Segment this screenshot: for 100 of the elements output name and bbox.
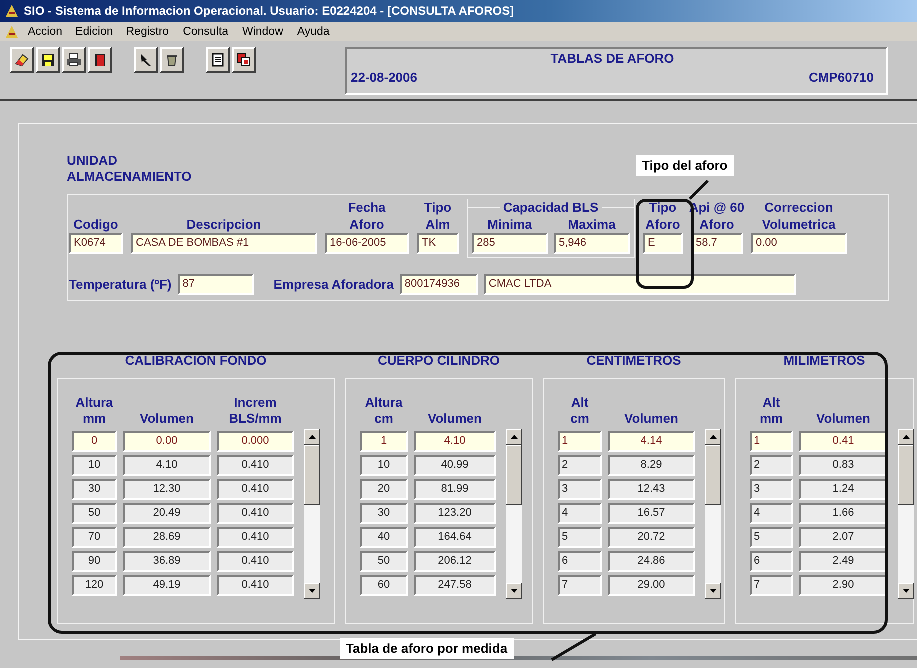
up-arrow-icon: [902, 434, 910, 440]
scroll-up-button[interactable]: [506, 429, 522, 445]
field-label: Empresa Aforadora: [274, 277, 394, 292]
column-header: Altura: [365, 395, 403, 411]
menu-item[interactable]: Consulta: [177, 24, 234, 40]
scroll-up-button[interactable]: [304, 429, 320, 445]
text-field[interactable]: 87: [178, 274, 254, 295]
menu-item[interactable]: Window: [236, 24, 290, 40]
scroll-up-button[interactable]: [898, 429, 914, 445]
table-title: CENTIMETROS: [586, 353, 682, 368]
table-cell: 1: [558, 431, 602, 452]
table-cell: 2.07: [799, 527, 888, 548]
app-icon: [4, 3, 20, 19]
scroll-down-button[interactable]: [304, 583, 320, 599]
field-label: Tipo: [424, 199, 452, 216]
scroll-thumb[interactable]: [898, 445, 914, 505]
scroll-down-button[interactable]: [898, 583, 914, 599]
column-header: mm: [760, 411, 784, 427]
text-field[interactable]: 285: [472, 233, 548, 254]
table-cell: 29.00: [608, 575, 695, 596]
field-label: Temperatura (ºF): [69, 277, 172, 292]
scroll-down-button[interactable]: [705, 583, 721, 599]
table-cell: 7: [750, 575, 793, 596]
table-cell: 36.89: [123, 551, 211, 572]
scrollbar[interactable]: [304, 429, 320, 599]
screen-title: TABLAS DE AFORO: [550, 51, 674, 66]
menu-item[interactable]: Edicion: [70, 24, 118, 38]
column-header: cm: [570, 411, 590, 427]
field-label: Aforo: [350, 216, 384, 233]
table-cell: 1.24: [799, 479, 888, 500]
field-label: Volumetrica: [762, 216, 836, 233]
field-label: Aforo: [700, 216, 734, 233]
column-header: Volumen: [428, 411, 482, 427]
window-title: SIO - Sistema de Informacion Operacional. Usuario: E0224204 - [CONSULTA AFOROS]: [24, 4, 514, 18]
table-cell: 40: [360, 527, 408, 548]
table-cell: 81.99: [414, 479, 496, 500]
column-header: Altura: [76, 395, 114, 411]
scrollbar[interactable]: [506, 429, 522, 599]
menu-item[interactable]: Registro: [120, 24, 176, 40]
menu-item[interactable]: Ayuda: [291, 24, 336, 40]
table-cell: 1: [360, 431, 408, 452]
menu-item[interactable]: Accion: [22, 24, 69, 40]
exit-button[interactable]: [88, 47, 112, 73]
app-icon: [4, 24, 20, 40]
paste-button[interactable]: [206, 47, 230, 73]
table-cell: 10: [72, 455, 117, 476]
column-header: Volumen: [140, 411, 194, 427]
annotation-label: Tabla de aforo por medida: [340, 638, 514, 659]
print-button[interactable]: [62, 47, 86, 73]
copy-button[interactable]: [232, 47, 256, 73]
field-label: Tipo: [649, 199, 677, 216]
clear-button[interactable]: [10, 47, 34, 73]
column-header: Alt: [571, 395, 589, 411]
table-cell: 0.41: [799, 431, 888, 452]
text-field[interactable]: TK: [417, 233, 459, 254]
table-cell: 2: [750, 455, 793, 476]
table-cell: 4: [558, 503, 602, 524]
scrollbar[interactable]: [898, 429, 914, 599]
text-field[interactable]: 0.00: [751, 233, 847, 254]
table-cell: 120: [72, 575, 117, 596]
scroll-up-button[interactable]: [705, 429, 721, 445]
table-cell: 20: [360, 479, 408, 500]
table-cell: 0.00: [123, 431, 211, 452]
text-field[interactable]: 16-06-2005: [325, 233, 409, 254]
table-cell: 4.14: [608, 431, 695, 452]
table-cell: 49.19: [123, 575, 211, 596]
table-cell: 1.66: [799, 503, 888, 524]
up-arrow-icon: [510, 434, 518, 440]
text-field[interactable]: CMAC LTDA: [484, 274, 796, 295]
table-title: CUERPO CILINDRO: [378, 353, 500, 368]
text-field[interactable]: K0674: [69, 233, 123, 254]
column-header: Volumen: [624, 411, 678, 427]
table-cell: 206.12: [414, 551, 496, 572]
scroll-thumb[interactable]: [705, 445, 721, 505]
text-field[interactable]: CASA DE BOMBAS #1: [131, 233, 317, 254]
text-field[interactable]: 5,946: [554, 233, 630, 254]
column-header: cm: [374, 411, 394, 427]
table-cell: 16.57: [608, 503, 695, 524]
scroll-thumb[interactable]: [304, 445, 320, 505]
date-text: 22-08-2006: [351, 70, 418, 85]
delete-button[interactable]: [160, 47, 184, 73]
save-button[interactable]: [36, 47, 60, 73]
table-cell: 30: [360, 503, 408, 524]
text-field[interactable]: 58.7: [691, 233, 743, 254]
scrollbar[interactable]: [705, 429, 721, 599]
text-field[interactable]: E: [643, 233, 683, 254]
column-header: BLS/mm: [229, 411, 282, 427]
up-arrow-icon: [710, 434, 716, 440]
scroll-thumb[interactable]: [506, 445, 522, 505]
field-label: Correccion: [764, 199, 834, 216]
table-cell: 10: [360, 455, 408, 476]
table-cell: 0.410: [217, 503, 294, 524]
text-field[interactable]: 800174936: [400, 274, 478, 295]
field-label: Codigo: [74, 216, 118, 233]
table-cell: 2.49: [799, 551, 888, 572]
pointer-button[interactable]: [134, 47, 158, 73]
up-arrow-icon: [308, 434, 316, 440]
scroll-down-button[interactable]: [506, 583, 522, 599]
table-cell: 123.20: [414, 503, 496, 524]
field-label: Minima: [488, 216, 532, 233]
